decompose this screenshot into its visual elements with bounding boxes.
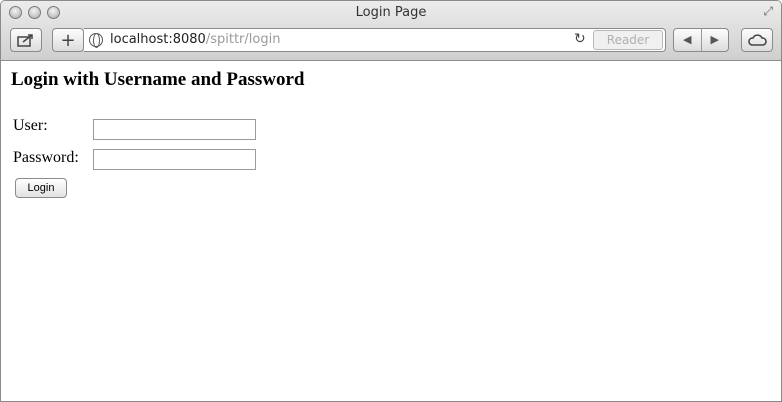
reader-button[interactable]: Reader	[593, 30, 663, 50]
password-label: Password:	[13, 149, 79, 166]
login-button[interactable]: Login	[15, 178, 67, 198]
globe-icon	[89, 33, 103, 48]
browser-toolbar: Login Page ⤢ + localhost:8080/spittr/log…	[1, 1, 781, 61]
window-title: Login Page	[355, 5, 427, 20]
page-heading: Login with Username and Password	[11, 69, 305, 90]
login-page: Login with Username and Password User: P…	[11, 69, 305, 198]
browser-window: Login Page ⤢ + localhost:8080/spittr/log…	[0, 0, 782, 402]
address-bar[interactable]: localhost:8080/spittr/login ↻ Reader	[84, 28, 666, 52]
address-url[interactable]: localhost:8080/spittr/login	[110, 32, 280, 47]
share-icon	[17, 34, 33, 47]
password-field[interactable]	[93, 149, 256, 170]
history-navigation: ◀ ▶	[673, 28, 729, 52]
share-button[interactable]	[10, 28, 42, 52]
user-label: User:	[13, 117, 48, 134]
cloud-button[interactable]	[741, 28, 773, 52]
fullscreen-icon[interactable]: ⤢	[763, 4, 773, 19]
cloud-icon	[748, 34, 767, 46]
address-host: localhost:8080	[110, 32, 206, 47]
user-field[interactable]	[93, 119, 256, 140]
forward-arrow-icon[interactable]: ▶	[702, 29, 729, 51]
reload-icon[interactable]: ↻	[574, 31, 586, 47]
new-tab-button[interactable]: +	[52, 28, 84, 52]
plus-icon: +	[60, 29, 76, 51]
back-arrow-icon[interactable]: ◀	[674, 29, 702, 51]
address-path: /spittr/login	[205, 32, 281, 47]
